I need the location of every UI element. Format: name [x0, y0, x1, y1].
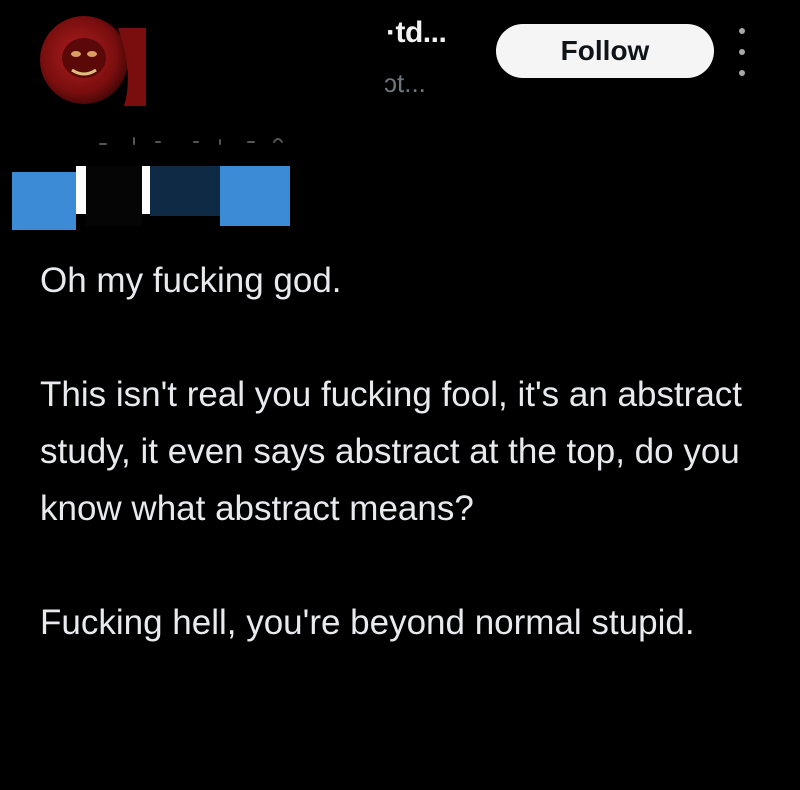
avatar[interactable] [38, 14, 148, 106]
display-name[interactable]: ·td... [386, 16, 447, 50]
tweet-paragraph: Fucking hell, you're beyond normal stupi… [40, 603, 695, 642]
tweet-paragraph: This isn't real you fucking fool, it's a… [40, 375, 743, 528]
tweet-body: Oh my fucking god. This isn't real you f… [40, 252, 780, 651]
user-handle[interactable]: ɔt... [384, 68, 426, 99]
follow-button[interactable]: Follow [496, 24, 714, 78]
redacted-text-fragment [99, 137, 283, 145]
tweet-paragraph: Oh my fucking god. [40, 261, 342, 300]
vertical-ellipsis-icon[interactable] [735, 28, 749, 76]
red-gorilla-avatar-icon [40, 16, 146, 106]
redaction-blocks [12, 166, 290, 230]
